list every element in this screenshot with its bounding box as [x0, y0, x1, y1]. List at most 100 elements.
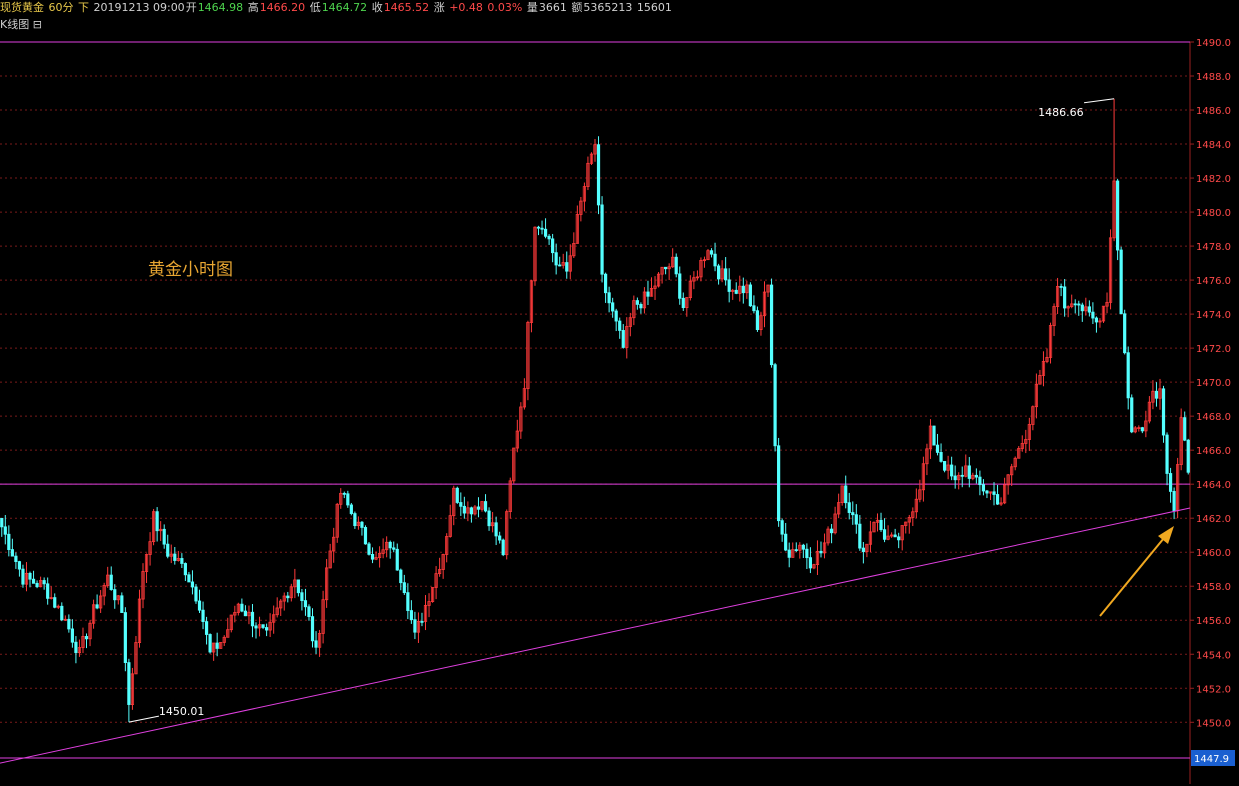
candle-body	[7, 533, 11, 550]
candle-body	[370, 553, 375, 560]
candle-body	[261, 624, 265, 628]
candle-body	[1063, 286, 1067, 309]
candle-body	[67, 618, 71, 630]
candle-body	[1126, 352, 1130, 399]
candle-body	[166, 543, 170, 557]
candle-body	[483, 501, 488, 512]
candle-body	[70, 628, 74, 643]
candle-body	[536, 226, 541, 229]
candle-body	[296, 579, 300, 594]
candle-body	[250, 611, 255, 627]
axis-tick-label: 1482.0	[1196, 174, 1231, 185]
candle-body	[734, 289, 738, 294]
candle-body	[547, 235, 551, 240]
candle-body	[981, 484, 986, 492]
candle-body	[780, 520, 784, 535]
candle-body	[558, 264, 562, 267]
current-price-tag: 1447.9	[1194, 754, 1229, 765]
candle-body	[621, 330, 625, 348]
candle-body	[10, 549, 14, 557]
candle-body	[664, 266, 668, 270]
axis-tick-label: 1458.0	[1196, 582, 1231, 593]
candle-body	[455, 487, 459, 503]
candle-body	[1091, 311, 1095, 319]
candle-body	[254, 625, 258, 629]
candle-body	[31, 578, 36, 584]
candle-body	[187, 574, 191, 583]
candle-body	[851, 512, 855, 516]
candle-body	[882, 529, 887, 540]
axis-tick-label: 1466.0	[1196, 446, 1231, 457]
candle-body	[53, 597, 57, 608]
candle-body	[709, 250, 714, 255]
candle-body	[1123, 313, 1127, 354]
candle-body	[201, 609, 205, 622]
axis-tick-label: 1484.0	[1196, 140, 1231, 151]
candle-body	[985, 490, 989, 494]
candle-body	[1077, 303, 1081, 306]
candle-body	[1140, 427, 1144, 432]
candle-body	[611, 302, 615, 312]
candle-body	[769, 284, 774, 366]
candle-body	[847, 502, 851, 513]
candle-body	[1073, 303, 1077, 306]
candle-body	[494, 522, 498, 537]
candle-body	[614, 310, 618, 322]
candle-body	[1080, 304, 1084, 312]
candle-body	[618, 320, 622, 331]
candle-body	[402, 582, 406, 594]
candle-body	[801, 544, 805, 550]
candle-body	[498, 535, 502, 541]
candle-body	[21, 568, 25, 585]
candle-body	[543, 228, 548, 237]
candle-body	[74, 641, 78, 654]
candle-body	[215, 642, 219, 649]
candle-body	[243, 610, 248, 617]
candle-body	[713, 253, 717, 267]
candle-body	[854, 514, 858, 525]
candle-body	[1154, 390, 1159, 399]
candle-body	[95, 604, 99, 609]
axis-tick-label: 1452.0	[1196, 684, 1231, 695]
candle-body	[635, 300, 639, 305]
candle-body	[646, 291, 650, 297]
candle-body	[314, 640, 318, 648]
candle-body	[28, 572, 32, 580]
candle-body	[399, 569, 403, 584]
candle-body	[469, 507, 474, 515]
candle-body	[819, 550, 823, 554]
candlestick-chart[interactable]: 1490.0 1488.0 1486.0 1484.0 1482.0 1480.0 1478…	[0, 0, 1239, 786]
candle-body	[995, 494, 1000, 505]
candle-body	[681, 297, 685, 309]
candle-body	[741, 285, 745, 294]
candle-body	[123, 612, 127, 664]
candle-body	[939, 452, 943, 462]
candle-body	[879, 519, 883, 531]
axis-tick-label: 1454.0	[1196, 650, 1231, 661]
axis-tick-label: 1462.0	[1196, 514, 1231, 525]
axis-tick-label: 1480.0	[1196, 208, 1231, 219]
candle-body	[1116, 180, 1120, 251]
candle-body	[1165, 434, 1169, 474]
candle-body	[194, 586, 198, 602]
candle-body	[420, 620, 424, 623]
candle-body	[197, 600, 202, 611]
trendline	[0, 507, 1191, 764]
candle-body	[893, 534, 897, 538]
candle-body	[35, 582, 39, 588]
candle-body	[551, 238, 555, 254]
candle-body	[190, 581, 195, 588]
axis-tick-label: 1486.0	[1196, 106, 1231, 117]
candle-body	[844, 485, 848, 504]
candle-body	[208, 634, 212, 653]
candle-body	[180, 558, 184, 564]
price-axis: 1490.0 1488.0 1486.0 1484.0 1482.0 1480.0 1478…	[1190, 38, 1231, 729]
candle-body	[487, 510, 491, 527]
candle-body	[960, 474, 964, 477]
candle-body	[861, 547, 865, 553]
candle-body	[953, 475, 957, 481]
candle-body	[784, 533, 788, 551]
candle-body	[42, 580, 46, 585]
candle-body	[17, 561, 22, 570]
axis-tick-label: 1460.0	[1196, 548, 1231, 559]
